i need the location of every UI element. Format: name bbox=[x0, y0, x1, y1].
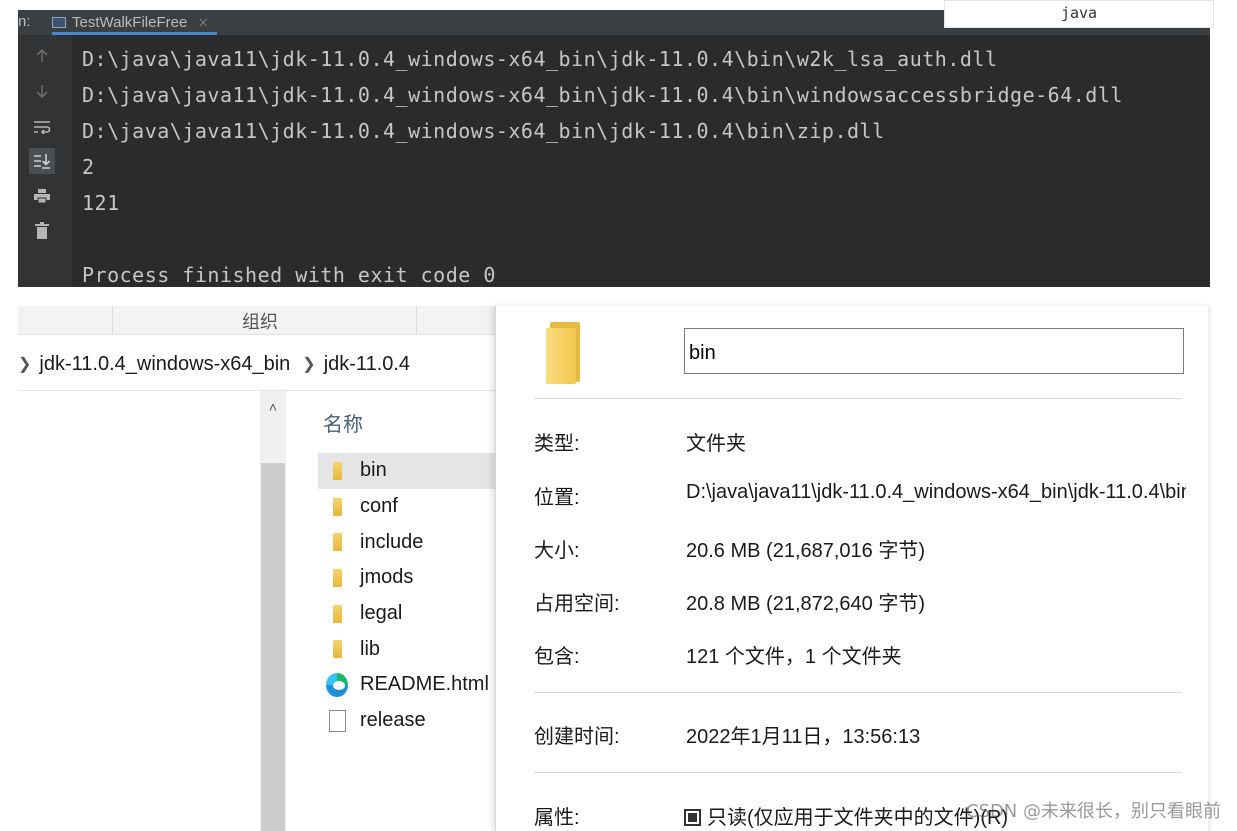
property-value: 20.8 MB (21,872,640 字节) bbox=[686, 593, 926, 615]
list-item[interactable]: README.html bbox=[318, 667, 495, 703]
ribbon-group-label: 组织 bbox=[242, 312, 278, 332]
divider bbox=[18, 390, 495, 391]
list-item[interactable]: conf bbox=[318, 489, 495, 525]
file-name: lib bbox=[360, 637, 381, 660]
list-item[interactable]: lib bbox=[318, 631, 495, 667]
folder-icon bbox=[326, 460, 348, 482]
arrow-up-icon[interactable] bbox=[29, 43, 55, 69]
run-tab[interactable]: TestWalkFileFree × bbox=[52, 10, 218, 35]
list-item[interactable]: jmods bbox=[318, 560, 495, 596]
breadcrumb-item[interactable]: jdk-11.0.4_windows-x64_bin bbox=[39, 353, 290, 376]
file-name: README.html bbox=[360, 673, 489, 696]
readonly-checkbox[interactable]: 只读(仅应用于文件夹中的文件)(R) bbox=[684, 801, 1008, 830]
divider bbox=[534, 772, 1182, 773]
console-line: D:\java\java11\jdk-11.0.4_windows-x64_bi… bbox=[82, 119, 885, 143]
edge-html-icon bbox=[326, 672, 348, 697]
divider bbox=[534, 692, 1182, 693]
folder-icon bbox=[326, 603, 348, 625]
console-line: 2 bbox=[82, 155, 95, 179]
chevron-up-icon[interactable]: ˄ bbox=[260, 399, 286, 415]
properties-dialog: 类型: 文件夹 位置: D:\java\java11\jdk-11.0.4_wi… bbox=[495, 306, 1211, 831]
trash-icon[interactable] bbox=[29, 217, 55, 243]
property-value: 20.6 MB (21,687,016 字节) bbox=[686, 540, 926, 562]
nav-pane-scrollbar[interactable]: ˄ bbox=[260, 391, 286, 831]
console-toolbar bbox=[18, 35, 72, 287]
divider bbox=[534, 398, 1182, 399]
breadcrumb: ❯ jdk-11.0.4_windows-x64_bin ❯ jdk-11.0.… bbox=[18, 344, 410, 384]
property-label: 创建时间: bbox=[534, 726, 620, 748]
file-name: legal bbox=[360, 602, 403, 625]
run-tab-label: TestWalkFileFree bbox=[72, 14, 188, 31]
folder-name-field[interactable] bbox=[684, 328, 1184, 374]
file-name: bin bbox=[360, 459, 387, 482]
soft-wrap-icon[interactable] bbox=[29, 114, 55, 140]
list-item[interactable]: include bbox=[318, 524, 495, 560]
ide-run-console: n: TestWalkFileFree × D:\java\java11\jdk… bbox=[18, 10, 1210, 287]
console-line: 121 bbox=[82, 191, 120, 215]
file-name: include bbox=[360, 530, 424, 553]
folder-icon bbox=[546, 322, 582, 384]
property-value: 2022年1月11日，13:56:13 bbox=[686, 726, 921, 748]
property-label: 包含: bbox=[534, 646, 580, 668]
ribbon-separator bbox=[416, 306, 417, 334]
location-value[interactable]: D:\java\java11\jdk-11.0.4_windows-x64_bi… bbox=[686, 481, 1186, 504]
file-name: conf bbox=[360, 495, 398, 518]
property-label: 属性: bbox=[534, 807, 580, 829]
list-item[interactable]: legal bbox=[318, 596, 495, 632]
watermark: CSDN @未来很长，别只看眼前 bbox=[965, 801, 1221, 822]
folder-icon bbox=[326, 496, 348, 518]
ribbon-group-bar: 组织 bbox=[18, 306, 495, 335]
arrow-down-icon[interactable] bbox=[29, 78, 55, 104]
property-label: 大小: bbox=[534, 540, 580, 562]
folder-icon bbox=[326, 531, 348, 553]
scrollbar-thumb[interactable] bbox=[261, 463, 285, 831]
property-label: 位置: bbox=[534, 487, 580, 509]
run-label: n: bbox=[18, 13, 31, 30]
file-name: jmods bbox=[360, 566, 414, 589]
file-icon bbox=[326, 709, 348, 732]
column-header-name[interactable]: 名称 bbox=[323, 408, 363, 437]
breadcrumb-item[interactable]: jdk-11.0.4 bbox=[324, 353, 410, 376]
dialog-edge bbox=[1208, 306, 1211, 831]
list-item[interactable]: release bbox=[318, 703, 495, 739]
console-line: D:\java\java11\jdk-11.0.4_windows-x64_bi… bbox=[82, 47, 998, 71]
folder-icon bbox=[326, 567, 348, 589]
ribbon-separator bbox=[112, 306, 113, 334]
console-output[interactable]: D:\java\java11\jdk-11.0.4_windows-x64_bi… bbox=[82, 35, 1202, 287]
file-name: release bbox=[360, 709, 426, 732]
file-list: bin conf include jmods legal lib README.… bbox=[318, 453, 495, 739]
code-language-label: java bbox=[944, 0, 1214, 28]
chevron-right-icon[interactable]: ❯ bbox=[18, 354, 31, 374]
chevron-right-icon[interactable]: ❯ bbox=[302, 354, 315, 374]
property-label: 占用空间: bbox=[534, 593, 620, 615]
file-explorer: 组织 ❯ jdk-11.0.4_windows-x64_bin ❯ jdk-11… bbox=[18, 306, 495, 831]
scroll-to-end-icon[interactable] bbox=[29, 148, 55, 174]
console-icon bbox=[52, 17, 66, 28]
property-label: 类型: bbox=[534, 433, 580, 455]
property-value: 文件夹 bbox=[686, 433, 746, 455]
console-exit-line: Process finished with exit code 0 bbox=[82, 263, 496, 287]
console-line: D:\java\java11\jdk-11.0.4_windows-x64_bi… bbox=[82, 83, 1123, 107]
list-item[interactable]: bin bbox=[318, 453, 495, 489]
print-icon[interactable] bbox=[29, 183, 55, 209]
property-value: 121 个文件，1 个文件夹 bbox=[686, 646, 902, 668]
checkbox-indeterminate-icon[interactable] bbox=[684, 809, 701, 826]
folder-icon bbox=[326, 638, 348, 660]
readonly-label: 只读(仅应用于文件夹中的文件)(R) bbox=[707, 807, 1009, 829]
close-icon[interactable]: × bbox=[197, 15, 209, 31]
